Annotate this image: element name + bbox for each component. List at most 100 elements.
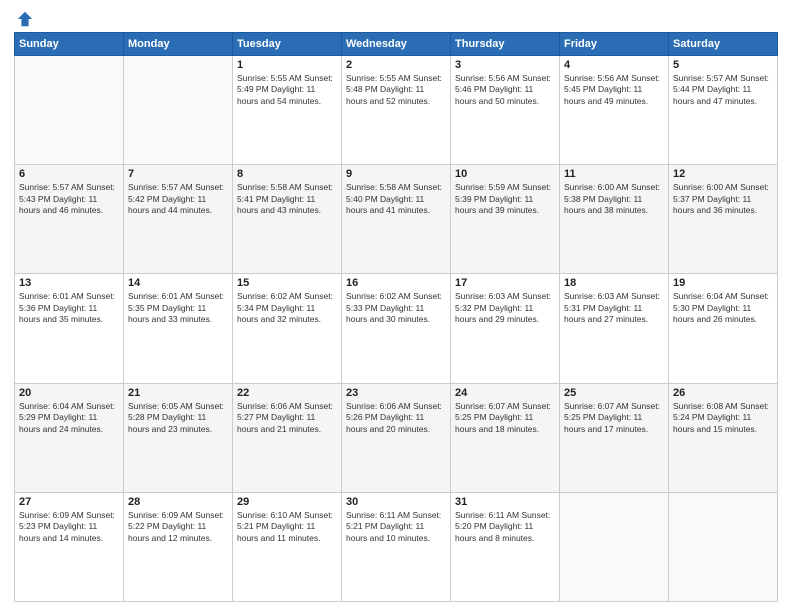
calendar-cell: 7Sunrise: 5:57 AM Sunset: 5:42 PM Daylig…	[124, 165, 233, 274]
day-number: 2	[346, 59, 446, 71]
calendar-header-saturday: Saturday	[669, 33, 778, 56]
calendar-cell: 26 Sunrise: 6:08 AM Sunset: 5:24 PM Dayli…	[669, 383, 778, 492]
calendar-cell: 11 Sunrise: 6:00 AM Sunset: 5:38 PM Dayli…	[560, 165, 669, 274]
day-info: Sunrise: 6:09 AM Sunset: 5:22 PM Dayligh…	[128, 510, 228, 544]
day-info: Sunrise: 6:04 AM Sunset: 5:29 PM Dayligh…	[19, 401, 119, 435]
calendar-cell: 14Sunrise: 6:01 AM Sunset: 5:35 PM Dayli…	[124, 274, 233, 383]
day-number: 14	[128, 277, 228, 289]
day-number: 10	[455, 168, 555, 180]
day-number: 6	[19, 168, 119, 180]
calendar-week-row: 1 Sunrise: 5:55 AM Sunset: 5:49 PM Daylig…	[15, 56, 778, 165]
calendar-week-row: 6 Sunrise: 5:57 AM Sunset: 5:43 PM Daylig…	[15, 165, 778, 274]
calendar-cell: 8 Sunrise: 5:58 AM Sunset: 5:41 PM Daylig…	[233, 165, 342, 274]
day-number: 26	[673, 387, 773, 399]
day-number: 11	[564, 168, 664, 180]
calendar-cell: 28 Sunrise: 6:09 AM Sunset: 5:22 PM Dayli…	[124, 492, 233, 601]
day-number: 21	[128, 387, 228, 399]
calendar-cell: 24 Sunrise: 6:07 AM Sunset: 5:25 PM Dayli…	[451, 383, 560, 492]
logo	[14, 10, 34, 24]
day-info: Sunrise: 6:09 AM Sunset: 5:23 PM Dayligh…	[19, 510, 119, 544]
day-info: Sunrise: 5:55 AM Sunset: 5:49 PM Dayligh…	[237, 73, 337, 107]
calendar-cell: 5 Sunrise: 5:57 AM Sunset: 5:44 PM Daylig…	[669, 56, 778, 165]
calendar-header-sunday: Sunday	[15, 33, 124, 56]
day-info: Sunrise: 6:01 AM Sunset: 5:36 PM Dayligh…	[19, 291, 119, 325]
day-number: 17	[455, 277, 555, 289]
day-info: Sunrise: 6:10 AM Sunset: 5:21 PM Dayligh…	[237, 510, 337, 544]
calendar-header-thursday: Thursday	[451, 33, 560, 56]
calendar-cell: 13Sunrise: 6:01 AM Sunset: 5:36 PM Dayli…	[15, 274, 124, 383]
day-number: 25	[564, 387, 664, 399]
day-number: 22	[237, 387, 337, 399]
day-number: 8	[237, 168, 337, 180]
calendar-table: SundayMondayTuesdayWednesdayThursdayFrid…	[14, 32, 778, 602]
calendar-cell: 25Sunrise: 6:07 AM Sunset: 5:25 PM Dayli…	[560, 383, 669, 492]
day-info: Sunrise: 6:05 AM Sunset: 5:28 PM Dayligh…	[128, 401, 228, 435]
day-info: Sunrise: 6:03 AM Sunset: 5:32 PM Dayligh…	[455, 291, 555, 325]
day-info: Sunrise: 6:07 AM Sunset: 5:25 PM Dayligh…	[455, 401, 555, 435]
day-info: Sunrise: 6:11 AM Sunset: 5:21 PM Dayligh…	[346, 510, 446, 544]
day-info: Sunrise: 6:02 AM Sunset: 5:34 PM Dayligh…	[237, 291, 337, 325]
day-info: Sunrise: 6:06 AM Sunset: 5:26 PM Dayligh…	[346, 401, 446, 435]
day-number: 18	[564, 277, 664, 289]
day-info: Sunrise: 6:00 AM Sunset: 5:38 PM Dayligh…	[564, 182, 664, 216]
calendar-week-row: 13Sunrise: 6:01 AM Sunset: 5:36 PM Dayli…	[15, 274, 778, 383]
day-info: Sunrise: 6:11 AM Sunset: 5:20 PM Dayligh…	[455, 510, 555, 544]
calendar-cell: 1 Sunrise: 5:55 AM Sunset: 5:49 PM Daylig…	[233, 56, 342, 165]
day-info: Sunrise: 5:59 AM Sunset: 5:39 PM Dayligh…	[455, 182, 555, 216]
day-number: 15	[237, 277, 337, 289]
day-number: 9	[346, 168, 446, 180]
calendar-cell: 4 Sunrise: 5:56 AM Sunset: 5:45 PM Daylig…	[560, 56, 669, 165]
calendar-cell	[669, 492, 778, 601]
day-info: Sunrise: 6:08 AM Sunset: 5:24 PM Dayligh…	[673, 401, 773, 435]
day-info: Sunrise: 6:04 AM Sunset: 5:30 PM Dayligh…	[673, 291, 773, 325]
day-number: 12	[673, 168, 773, 180]
day-number: 20	[19, 387, 119, 399]
page: SundayMondayTuesdayWednesdayThursdayFrid…	[0, 0, 792, 612]
day-info: Sunrise: 5:58 AM Sunset: 5:40 PM Dayligh…	[346, 182, 446, 216]
calendar-week-row: 27 Sunrise: 6:09 AM Sunset: 5:23 PM Dayli…	[15, 492, 778, 601]
calendar-cell: 15 Sunrise: 6:02 AM Sunset: 5:34 PM Dayli…	[233, 274, 342, 383]
day-info: Sunrise: 5:58 AM Sunset: 5:41 PM Dayligh…	[237, 182, 337, 216]
day-info: Sunrise: 6:06 AM Sunset: 5:27 PM Dayligh…	[237, 401, 337, 435]
calendar-cell	[15, 56, 124, 165]
calendar-cell: 10 Sunrise: 5:59 AM Sunset: 5:39 PM Dayli…	[451, 165, 560, 274]
calendar-cell: 21 Sunrise: 6:05 AM Sunset: 5:28 PM Dayli…	[124, 383, 233, 492]
day-info: Sunrise: 6:03 AM Sunset: 5:31 PM Dayligh…	[564, 291, 664, 325]
calendar-cell: 17 Sunrise: 6:03 AM Sunset: 5:32 PM Dayli…	[451, 274, 560, 383]
calendar-header-row: SundayMondayTuesdayWednesdayThursdayFrid…	[15, 33, 778, 56]
calendar-cell: 2 Sunrise: 5:55 AM Sunset: 5:48 PM Daylig…	[342, 56, 451, 165]
day-number: 31	[455, 496, 555, 508]
calendar-week-row: 20 Sunrise: 6:04 AM Sunset: 5:29 PM Dayli…	[15, 383, 778, 492]
calendar-cell: 27 Sunrise: 6:09 AM Sunset: 5:23 PM Dayli…	[15, 492, 124, 601]
day-info: Sunrise: 5:57 AM Sunset: 5:43 PM Dayligh…	[19, 182, 119, 216]
day-info: Sunrise: 6:00 AM Sunset: 5:37 PM Dayligh…	[673, 182, 773, 216]
day-info: Sunrise: 5:57 AM Sunset: 5:42 PM Dayligh…	[128, 182, 228, 216]
day-number: 28	[128, 496, 228, 508]
day-number: 19	[673, 277, 773, 289]
day-number: 4	[564, 59, 664, 71]
day-number: 24	[455, 387, 555, 399]
calendar-cell: 3Sunrise: 5:56 AM Sunset: 5:46 PM Daylig…	[451, 56, 560, 165]
calendar-cell	[124, 56, 233, 165]
day-info: Sunrise: 5:57 AM Sunset: 5:44 PM Dayligh…	[673, 73, 773, 107]
calendar-cell: 23Sunrise: 6:06 AM Sunset: 5:26 PM Dayli…	[342, 383, 451, 492]
calendar-cell: 18 Sunrise: 6:03 AM Sunset: 5:31 PM Dayli…	[560, 274, 669, 383]
calendar-cell: 31 Sunrise: 6:11 AM Sunset: 5:20 PM Dayli…	[451, 492, 560, 601]
calendar-cell: 19 Sunrise: 6:04 AM Sunset: 5:30 PM Dayli…	[669, 274, 778, 383]
calendar-cell: 22 Sunrise: 6:06 AM Sunset: 5:27 PM Dayli…	[233, 383, 342, 492]
day-info: Sunrise: 5:55 AM Sunset: 5:48 PM Dayligh…	[346, 73, 446, 107]
day-number: 27	[19, 496, 119, 508]
day-info: Sunrise: 5:56 AM Sunset: 5:45 PM Dayligh…	[564, 73, 664, 107]
calendar-cell: 16Sunrise: 6:02 AM Sunset: 5:33 PM Dayli…	[342, 274, 451, 383]
calendar-cell	[560, 492, 669, 601]
day-number: 3	[455, 59, 555, 71]
header	[14, 10, 778, 24]
day-number: 5	[673, 59, 773, 71]
day-number: 29	[237, 496, 337, 508]
logo-icon	[16, 10, 34, 28]
day-number: 30	[346, 496, 446, 508]
day-number: 1	[237, 59, 337, 71]
calendar-cell: 6 Sunrise: 5:57 AM Sunset: 5:43 PM Daylig…	[15, 165, 124, 274]
day-info: Sunrise: 6:02 AM Sunset: 5:33 PM Dayligh…	[346, 291, 446, 325]
calendar-header-tuesday: Tuesday	[233, 33, 342, 56]
